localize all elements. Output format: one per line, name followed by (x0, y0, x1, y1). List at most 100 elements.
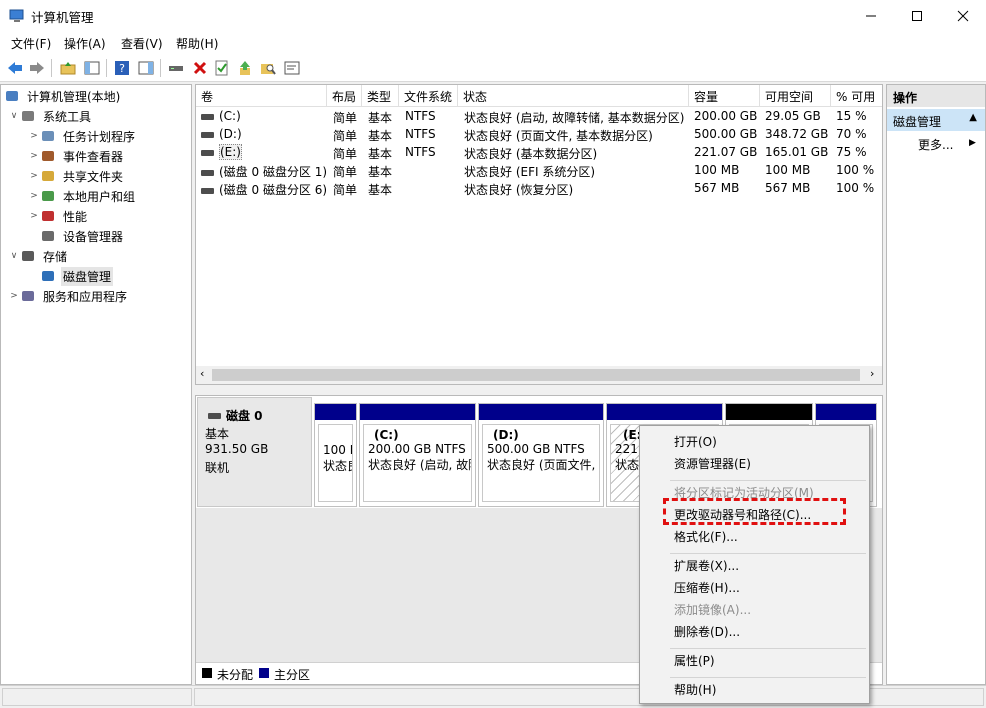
connect-drive-button[interactable] (166, 58, 186, 78)
tree-item[interactable]: > 任务计划程序 (28, 126, 137, 146)
disk-0-info[interactable]: 磁盘 0 基本 931.50 GB 联机 (197, 397, 312, 507)
show-hide-tree-button[interactable] (82, 58, 102, 78)
context-menu-item[interactable]: 资源管理器(E) (674, 455, 751, 472)
disk-type: 基本 (205, 427, 230, 441)
volume-drive-icon (201, 187, 214, 194)
volume-cell: 29.05 GB (765, 109, 821, 123)
column-free-space[interactable]: 可用空间 (760, 85, 831, 107)
context-menu-item[interactable]: 属性(P) (674, 652, 715, 669)
tree-item[interactable]: > 共享文件夹 (28, 166, 125, 186)
volume-cell: 简单 (333, 183, 358, 197)
expand-chevron-icon[interactable]: > (28, 131, 40, 141)
volume-cell: 100 % (836, 181, 875, 195)
tree-item-label: 共享文件夹 (63, 169, 124, 184)
legend-unallocated: 未分配 (217, 668, 254, 682)
column-capacity[interactable]: 容量 (689, 85, 760, 107)
partition-status: 状态良 (323, 459, 352, 473)
back-button[interactable] (5, 58, 25, 78)
tree-item[interactable]: 设备管理器 (28, 226, 125, 246)
column-type[interactable]: 类型 (362, 85, 399, 107)
event-viewer-icon (40, 148, 56, 164)
title-bar: 计算机管理 (0, 0, 986, 31)
volume-cell: 200.00 GB (694, 109, 758, 123)
close-button[interactable] (940, 0, 986, 31)
expand-chevron-icon[interactable]: > (28, 171, 40, 181)
forward-arrow-icon (30, 62, 44, 74)
menu-file[interactable]: 文件(F) (11, 35, 51, 52)
menu-help[interactable]: 帮助(H) (176, 35, 218, 52)
partition-c[interactable]: (C:) 200.00 GB NTFS 状态良好 (启动, 故障 (359, 403, 476, 507)
expand-chevron-icon[interactable]: > (28, 191, 40, 201)
partition-d[interactable]: (D:) 500.00 GB NTFS 状态良好 (页面文件, (478, 403, 604, 507)
column-filesystem[interactable]: 文件系统 (399, 85, 458, 107)
scrollbar-thumb[interactable] (212, 369, 860, 381)
tree-item-label: 服务和应用程序 (43, 289, 128, 304)
disk-status: 联机 (205, 461, 230, 475)
maximize-button[interactable] (894, 0, 940, 31)
up-arrow-folder-icon (240, 61, 250, 75)
tree-item[interactable]: ∨ 系统工具 (8, 106, 93, 126)
tree-item[interactable]: > 事件查看器 (28, 146, 125, 166)
expand-chevron-icon[interactable]: > (8, 291, 20, 301)
volume-name: (D:) (219, 127, 242, 141)
up-folder-button[interactable] (58, 58, 78, 78)
column-status[interactable]: 状态 (458, 85, 689, 107)
menu-view[interactable]: 查看(V) (121, 35, 163, 52)
tree-item[interactable]: 磁盘管理 (28, 266, 114, 286)
refresh-up-button[interactable] (235, 58, 255, 78)
context-menu-item[interactable]: 打开(O) (674, 433, 717, 450)
expand-chevron-icon[interactable]: > (28, 211, 40, 221)
volume-cell[interactable]: (C:) (201, 109, 241, 123)
column-percent-free[interactable]: % 可用 (831, 85, 882, 107)
tree-item[interactable]: ∨ 存储 (8, 246, 69, 266)
column-layout[interactable]: 布局 (327, 85, 362, 107)
search-button[interactable] (258, 58, 278, 78)
context-menu-item: 添加镜像(A)... (674, 603, 752, 617)
properties-button[interactable] (212, 58, 232, 78)
help-button[interactable]: ? (112, 58, 132, 78)
volume-cell[interactable]: (E:) (201, 144, 242, 160)
settings-button[interactable] (282, 58, 302, 78)
tree-item[interactable]: > 性能 (28, 206, 89, 226)
expand-chevron-icon[interactable]: > (28, 151, 40, 161)
show-hide-action-pane-button[interactable] (136, 58, 156, 78)
action-pane-icon (138, 61, 154, 75)
volume-cell: 221.07 GB (694, 145, 758, 159)
context-menu-item[interactable]: 扩展卷(X)... (674, 557, 739, 574)
submenu-arrow-icon: ▶ (969, 138, 976, 148)
scroll-left-icon[interactable]: ‹ (200, 367, 204, 380)
context-menu-item[interactable]: 格式化(F)... (674, 528, 738, 545)
scroll-right-icon[interactable]: › (870, 367, 874, 380)
tree-item[interactable]: > 本地用户和组 (28, 186, 137, 206)
volume-cell[interactable]: (磁盘 0 磁盘分区 1) (201, 163, 327, 180)
collapse-chevron-icon[interactable]: ∨ (8, 111, 20, 121)
menu-action[interactable]: 操作(A) (64, 35, 106, 52)
minimize-button[interactable] (848, 0, 894, 31)
tree-item[interactable]: > 服务和应用程序 (8, 286, 129, 306)
forward-button[interactable] (27, 58, 47, 78)
volume-cell: 状态良好 (基本数据分区) (464, 147, 598, 161)
context-menu-item[interactable]: 删除卷(D)... (674, 623, 740, 640)
tree-item-label: 系统工具 (43, 109, 92, 124)
volume-cell[interactable]: (磁盘 0 磁盘分区 6) (201, 181, 327, 198)
tree-item[interactable]: 计算机管理(本地) (4, 86, 122, 106)
tree-item-label: 设备管理器 (63, 229, 124, 244)
volume-cell: 简单 (333, 147, 358, 161)
action-section-disk-management[interactable]: 磁盘管理 ▲ (887, 109, 985, 131)
minimize-icon (866, 15, 876, 16)
partition-status: 状态良好 (页面文件, (487, 458, 596, 472)
collapse-chevron-icon[interactable]: ∨ (8, 251, 20, 261)
partition-efi[interactable]: 100 M 状态良 (314, 403, 357, 507)
context-menu-item[interactable]: 压缩卷(H)... (674, 579, 740, 596)
tree-item-label: 性能 (63, 209, 88, 224)
column-volume[interactable]: 卷 (196, 85, 327, 107)
system-tools-icon (20, 108, 36, 124)
action-more[interactable]: 更多... (918, 136, 953, 153)
context-menu-item[interactable]: 帮助(H) (674, 681, 716, 698)
delete-button[interactable] (190, 58, 210, 78)
menu-separator (670, 553, 866, 554)
actions-pane (886, 84, 986, 685)
volume-name: (E:) (219, 144, 242, 160)
volume-list-pane: 卷 布局 类型 文件系统 状态 容量 可用空间 % 可用 (C:) 简单 基本 NTF… (195, 84, 883, 385)
volume-cell[interactable]: (D:) (201, 127, 242, 141)
